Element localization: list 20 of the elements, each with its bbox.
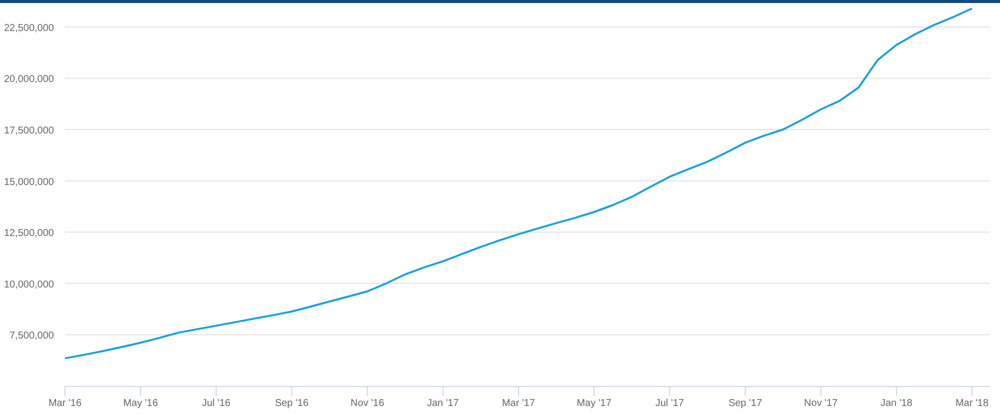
x-axis-label: Jan '17 bbox=[426, 398, 459, 409]
x-axis-label: Mar '16 bbox=[48, 398, 82, 409]
x-axis-label: Mar '17 bbox=[502, 398, 536, 409]
x-axis-label: May '16 bbox=[123, 398, 158, 409]
x-axis-label: Nov '17 bbox=[804, 398, 838, 409]
y-axis-label: 20,000,000 bbox=[4, 74, 54, 86]
x-axis-label: Sep '17 bbox=[728, 398, 762, 409]
y-axis-label: 7,500,000 bbox=[10, 330, 54, 342]
x-axis-label: Nov '16 bbox=[350, 398, 384, 409]
x-axis-label: Sep '16 bbox=[274, 398, 309, 409]
y-axis-label: 17,500,000 bbox=[4, 126, 54, 137]
y-axis-label: 12,500,000 bbox=[4, 228, 54, 240]
y-axis-label: 22,500,000 bbox=[4, 22, 54, 34]
x-axis-label: Jul '16 bbox=[202, 398, 230, 409]
x-axis-label: Mar '18 bbox=[955, 398, 989, 409]
y-axis-label: 10,000,000 bbox=[4, 279, 54, 290]
x-axis-label: May '17 bbox=[576, 398, 612, 409]
x-axis-label: Jan '18 bbox=[880, 398, 912, 409]
x-axis-label: Jul '17 bbox=[655, 398, 684, 409]
y-axis-label: 15,000,000 bbox=[4, 176, 54, 188]
